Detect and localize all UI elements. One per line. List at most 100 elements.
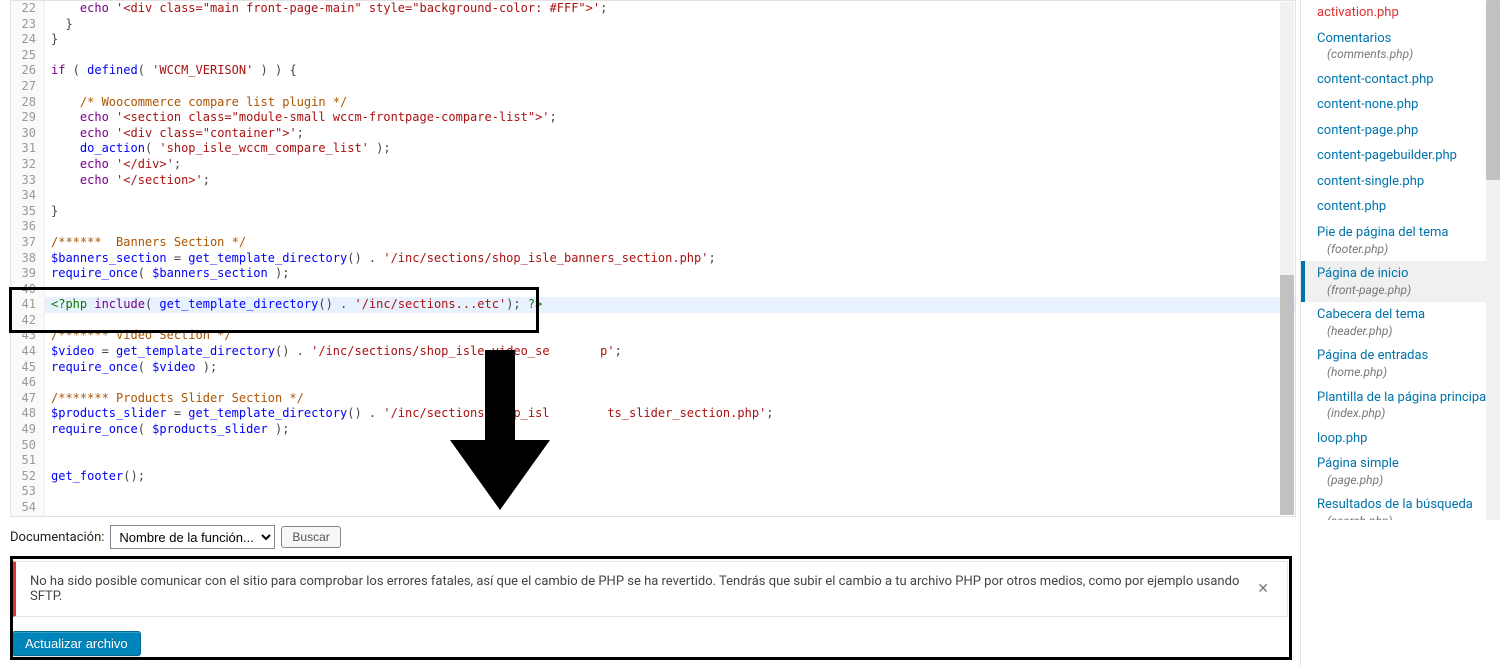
code-content[interactable]	[45, 188, 1295, 204]
code-line[interactable]: 23 }	[11, 17, 1295, 33]
file-link[interactable]: content-single.php	[1317, 173, 1490, 191]
code-content[interactable]: require_once( $banners_section );	[45, 266, 1295, 282]
code-line[interactable]: 34	[11, 188, 1295, 204]
file-item[interactable]: Comentarios(comments.php)	[1301, 26, 1500, 67]
file-item[interactable]: Página de entradas(home.php)	[1301, 343, 1500, 384]
file-item[interactable]: Página de inicio(front-page.php)	[1301, 261, 1500, 302]
code-line[interactable]: 31 do_action( 'shop_isle_wccm_compare_li…	[11, 141, 1295, 157]
code-line[interactable]: 50	[11, 438, 1295, 454]
code-content[interactable]	[45, 48, 1295, 64]
code-content[interactable]: echo '<section class="module-small wccm-…	[45, 110, 1295, 126]
code-content[interactable]: do_action( 'shop_isle_wccm_compare_list'…	[45, 141, 1295, 157]
code-content[interactable]: /******* Products Slider Section */	[45, 391, 1295, 407]
file-item[interactable]: content-pagebuilder.php	[1301, 143, 1500, 169]
file-link[interactable]: activation.php	[1317, 4, 1490, 22]
file-link[interactable]: Página de inicio	[1317, 265, 1490, 283]
code-line[interactable]: 39require_once( $banners_section );	[11, 266, 1295, 282]
file-link[interactable]: content.php	[1317, 198, 1490, 216]
code-line[interactable]: 27	[11, 79, 1295, 95]
code-line[interactable]: 47/******* Products Slider Section */	[11, 391, 1295, 407]
code-content[interactable]	[45, 282, 1295, 298]
file-item[interactable]: Resultados de la búsqueda(search.php)	[1301, 492, 1500, 520]
code-line[interactable]: 52get_footer();	[11, 469, 1295, 485]
code-content[interactable]: }	[45, 204, 1295, 220]
file-link[interactable]: Resultados de la búsqueda	[1317, 496, 1490, 514]
update-file-button[interactable]: Actualizar archivo	[12, 631, 141, 656]
file-item[interactable]: content-none.php	[1301, 92, 1500, 118]
file-link[interactable]: Cabecera del tema	[1317, 306, 1490, 324]
code-editor[interactable]: 22 echo '<div class="main front-page-mai…	[10, 0, 1296, 517]
file-item[interactable]: content.php	[1301, 194, 1500, 220]
code-content[interactable]: require_once( $products_slider );	[45, 422, 1295, 438]
code-content[interactable]: }	[45, 32, 1295, 48]
code-line[interactable]: 29 echo '<section class="module-small wc…	[11, 110, 1295, 126]
file-link[interactable]: Plantilla de la página principal	[1317, 389, 1490, 407]
code-content[interactable]: echo '<div class="main front-page-main" …	[45, 1, 1295, 17]
file-item[interactable]: Cabecera del tema(header.php)	[1301, 302, 1500, 343]
file-link[interactable]: content-pagebuilder.php	[1317, 147, 1490, 165]
code-content[interactable]	[45, 438, 1295, 454]
code-line[interactable]: 37/****** Banners Section */	[11, 235, 1295, 251]
file-item[interactable]: Página simple(page.php)	[1301, 451, 1500, 492]
file-item[interactable]: content-contact.php	[1301, 67, 1500, 93]
file-link[interactable]: Pie de página del tema	[1317, 224, 1490, 242]
file-item[interactable]: content-single.php	[1301, 169, 1500, 195]
sidebar-scrollbar[interactable]	[1486, 0, 1500, 520]
code-content[interactable]: require_once( $video );	[45, 360, 1295, 376]
code-line[interactable]: 32 echo '</div>';	[11, 157, 1295, 173]
code-line[interactable]: 53	[11, 484, 1295, 500]
search-button[interactable]: Buscar	[281, 526, 340, 548]
dismiss-notice-button[interactable]	[1253, 579, 1273, 599]
code-line[interactable]: 45require_once( $video );	[11, 360, 1295, 376]
file-link[interactable]: content-contact.php	[1317, 71, 1490, 89]
code-content[interactable]: echo '</section>';	[45, 173, 1295, 189]
file-link[interactable]: loop.php	[1317, 430, 1490, 448]
code-line[interactable]: 33 echo '</section>';	[11, 173, 1295, 189]
code-content[interactable]: $video = get_template_directory() . '/in…	[45, 344, 1295, 360]
code-content[interactable]	[45, 484, 1295, 500]
code-line[interactable]: 28 /* Woocommerce compare list plugin */	[11, 95, 1295, 111]
code-content[interactable]: /* Woocommerce compare list plugin */	[45, 95, 1295, 111]
file-item[interactable]: Plantilla de la página principal(index.p…	[1301, 385, 1500, 426]
code-content[interactable]: /******* Video Section */	[45, 328, 1295, 344]
editor-scrollbar[interactable]	[1280, 2, 1294, 515]
code-line[interactable]: 54	[11, 500, 1295, 516]
code-line[interactable]: 43/******* Video Section */	[11, 328, 1295, 344]
code-line[interactable]: 35}	[11, 204, 1295, 220]
code-line[interactable]: 38$banners_section = get_template_direct…	[11, 251, 1295, 267]
code-line[interactable]: 24}	[11, 32, 1295, 48]
code-line[interactable]: 44$video = get_template_directory() . '/…	[11, 344, 1295, 360]
code-line[interactable]: 22 echo '<div class="main front-page-mai…	[11, 1, 1295, 17]
file-link[interactable]: content-page.php	[1317, 122, 1490, 140]
code-content[interactable]: <?php include( get_template_directory() …	[45, 297, 1295, 313]
code-line[interactable]: 26if ( defined( 'WCCM_VERISON' ) ) {	[11, 63, 1295, 79]
code-content[interactable]: /****** Banners Section */	[45, 235, 1295, 251]
code-line[interactable]: 25	[11, 48, 1295, 64]
code-line[interactable]: 41<?php include( get_template_directory(…	[11, 297, 1295, 313]
code-line[interactable]: 51	[11, 453, 1295, 469]
code-content[interactable]: if ( defined( 'WCCM_VERISON' ) ) {	[45, 63, 1295, 79]
code-line[interactable]: 36	[11, 219, 1295, 235]
file-item[interactable]: loop.php	[1301, 426, 1500, 452]
code-content[interactable]: echo '</div>';	[45, 157, 1295, 173]
code-content[interactable]	[45, 313, 1295, 329]
file-link[interactable]: content-none.php	[1317, 96, 1490, 114]
file-item[interactable]: Pie de página del tema(footer.php)	[1301, 220, 1500, 261]
code-content[interactable]: $products_slider = get_template_director…	[45, 406, 1295, 422]
code-line[interactable]: 48$products_slider = get_template_direct…	[11, 406, 1295, 422]
code-content[interactable]: get_footer();	[45, 469, 1295, 485]
code-content[interactable]	[45, 375, 1295, 391]
code-content[interactable]: }	[45, 17, 1295, 33]
file-link[interactable]: Comentarios	[1317, 30, 1490, 48]
file-item[interactable]: content-page.php	[1301, 118, 1500, 144]
code-line[interactable]: 40	[11, 282, 1295, 298]
code-content[interactable]	[45, 500, 1295, 516]
code-content[interactable]	[45, 453, 1295, 469]
code-line[interactable]: 42	[11, 313, 1295, 329]
code-line[interactable]: 49require_once( $products_slider );	[11, 422, 1295, 438]
file-item[interactable]: activation.php	[1301, 0, 1500, 26]
code-content[interactable]: $banners_section = get_template_director…	[45, 251, 1295, 267]
code-content[interactable]	[45, 219, 1295, 235]
code-content[interactable]: echo '<div class="container">';	[45, 126, 1295, 142]
file-link[interactable]: Página de entradas	[1317, 347, 1490, 365]
